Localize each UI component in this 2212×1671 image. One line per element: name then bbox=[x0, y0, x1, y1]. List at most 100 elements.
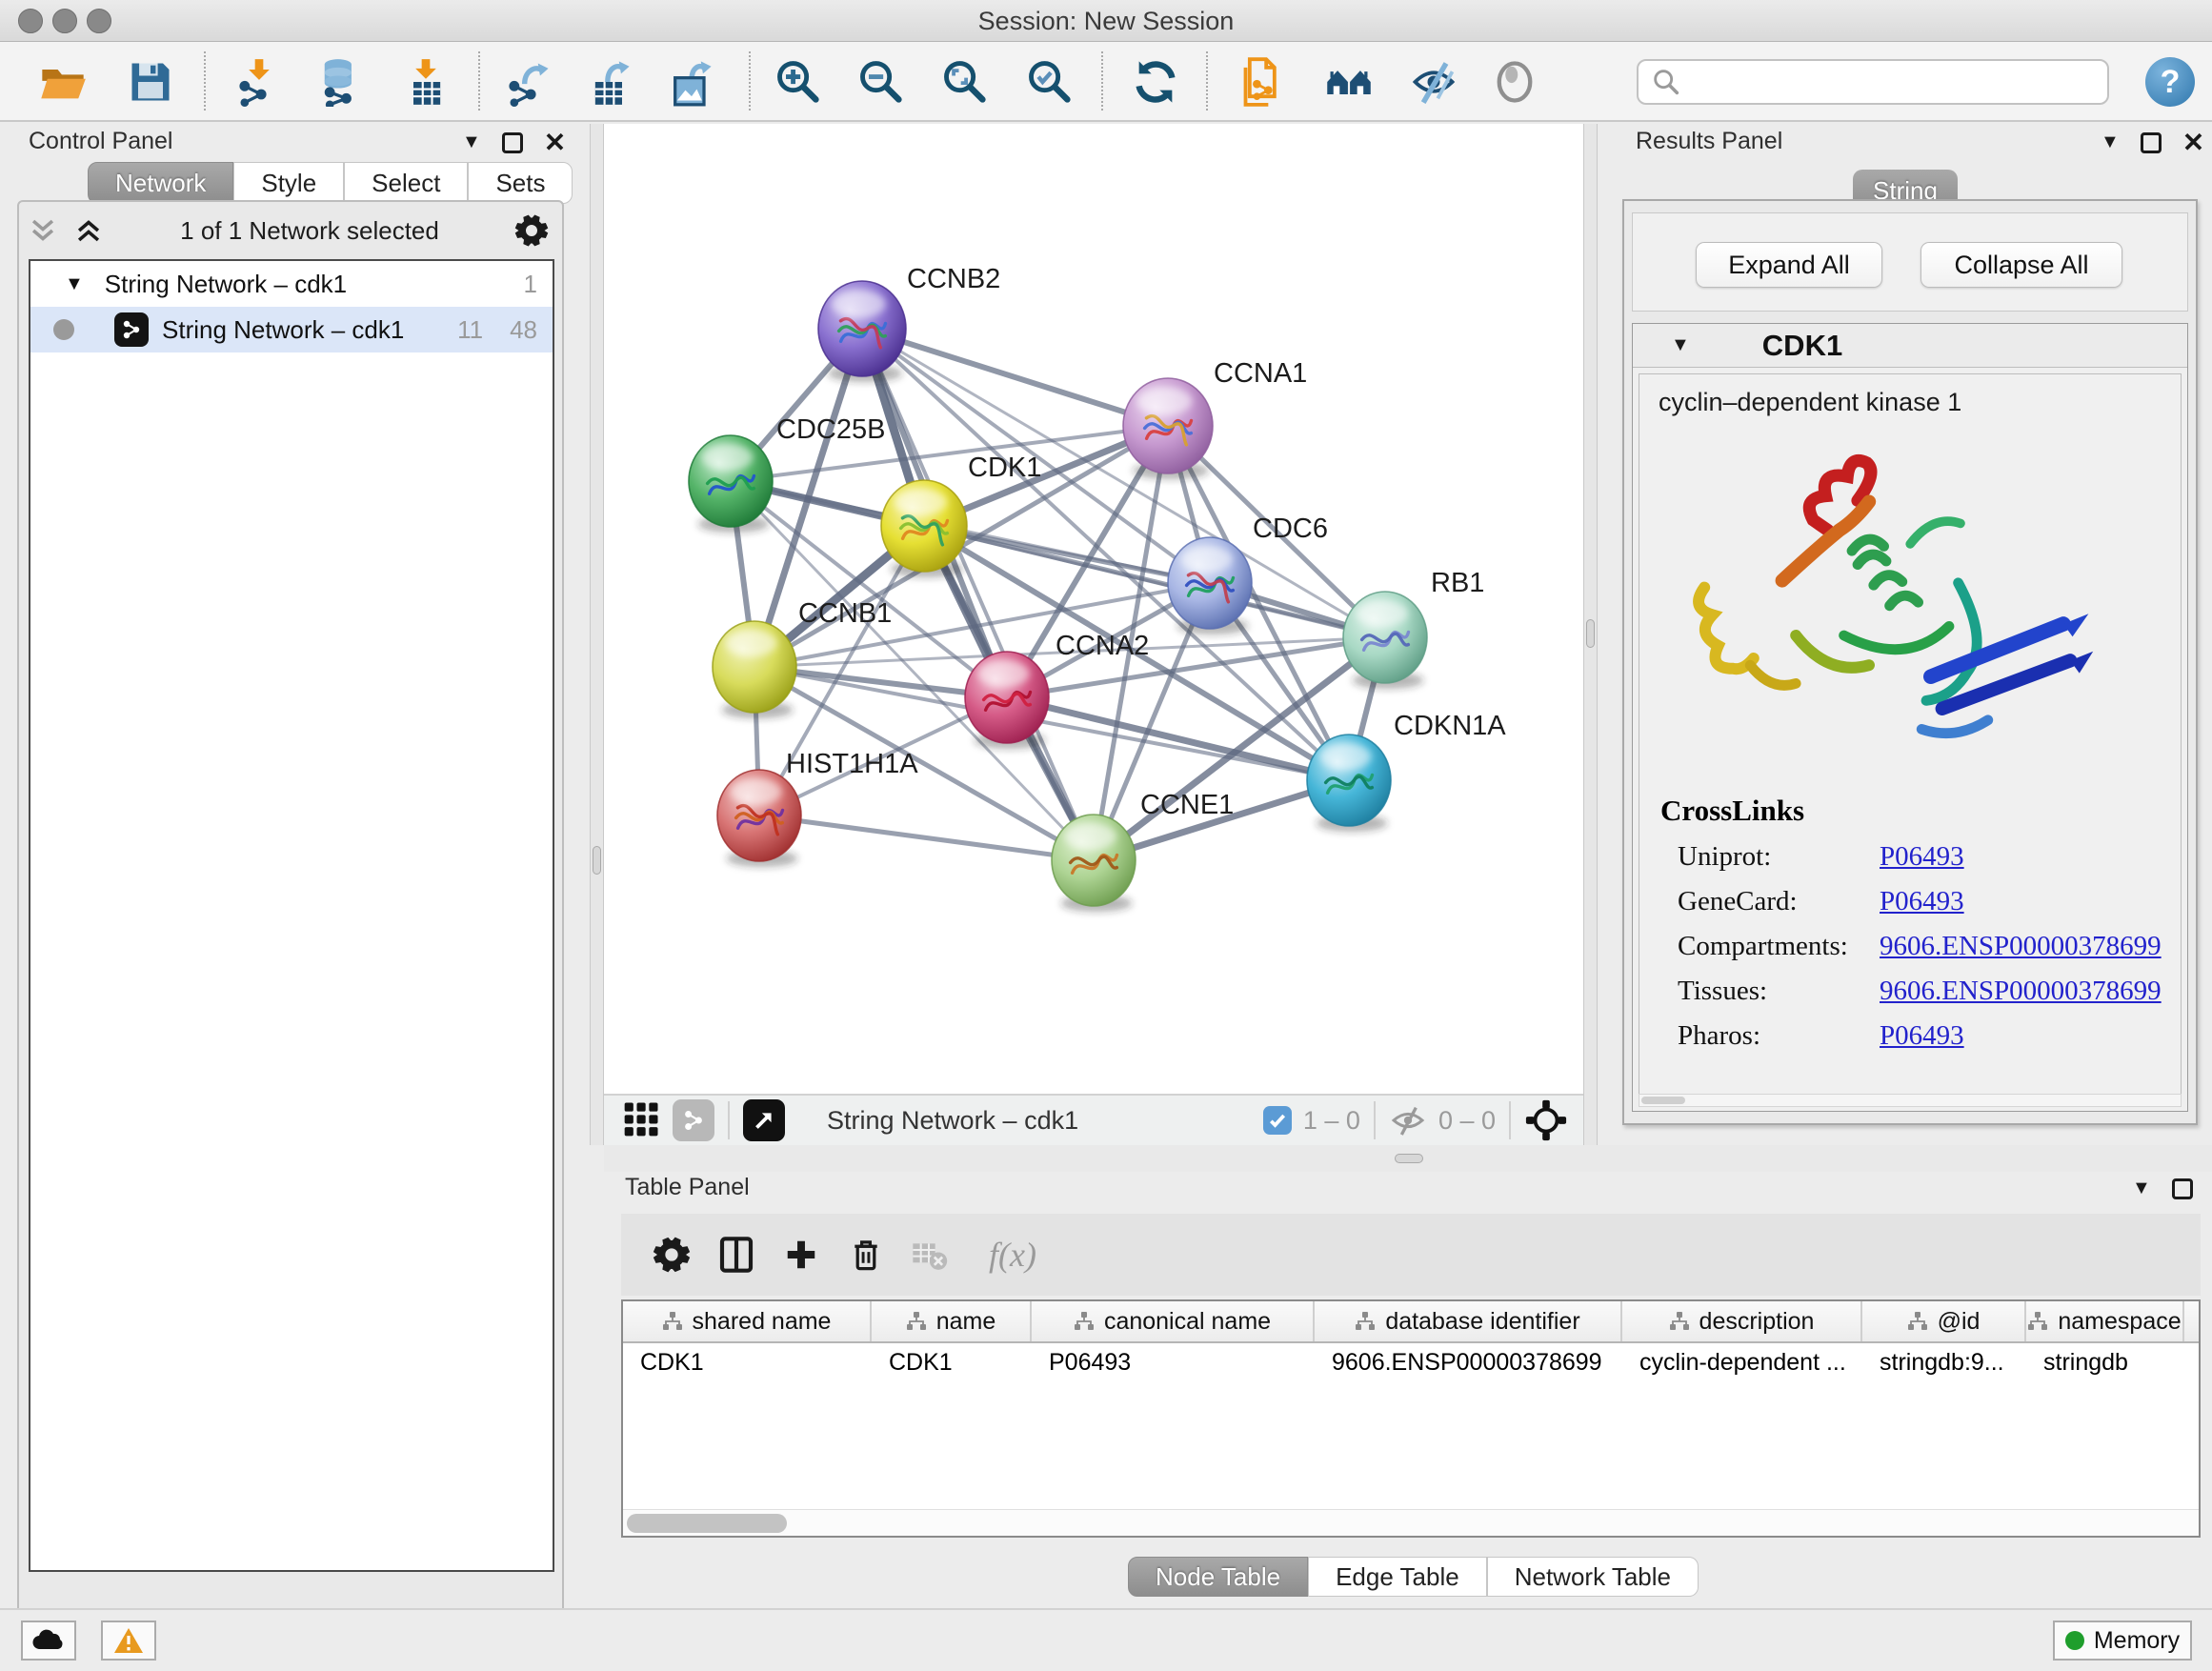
open-in-window-icon[interactable] bbox=[743, 1099, 785, 1141]
table-cell[interactable]: P06493 bbox=[1032, 1343, 1315, 1385]
right-splitter[interactable] bbox=[1583, 124, 1598, 1145]
gear-icon[interactable] bbox=[514, 213, 549, 248]
network-list-header: 1 of 1 Network selected bbox=[27, 208, 554, 253]
help-button[interactable]: ? bbox=[2145, 57, 2195, 107]
table-cell[interactable]: CDK1 bbox=[872, 1343, 1032, 1385]
selected-checkbox[interactable] bbox=[1263, 1106, 1292, 1135]
uniprot-link[interactable]: P06493 bbox=[1880, 841, 1964, 872]
pharos-link[interactable]: P06493 bbox=[1880, 1020, 1964, 1051]
import-table-file-icon[interactable] bbox=[399, 55, 452, 109]
network-edge[interactable] bbox=[862, 329, 1168, 426]
app-status-bar: Memory bbox=[0, 1608, 2212, 1671]
network-collection-row[interactable]: ▼ String Network – cdk1 1 bbox=[30, 261, 553, 307]
network-node-cdc25b[interactable] bbox=[689, 435, 773, 533]
refresh-view-icon[interactable] bbox=[1129, 55, 1182, 109]
float-panel-icon[interactable] bbox=[502, 132, 523, 153]
export-network-icon[interactable] bbox=[502, 55, 555, 109]
network-node-ccna2[interactable] bbox=[965, 652, 1049, 749]
network-node-ccnb1[interactable] bbox=[713, 621, 796, 718]
tab-select[interactable]: Select bbox=[344, 162, 468, 204]
table-cell[interactable]: CDK1 bbox=[623, 1343, 872, 1385]
column-header-name[interactable]: name bbox=[872, 1301, 1032, 1341]
tab-sets[interactable]: Sets bbox=[468, 162, 573, 204]
export-table-icon[interactable] bbox=[583, 55, 636, 109]
compartments-link[interactable]: 9606.ENSP00000378699 bbox=[1880, 931, 2162, 961]
table-hscrollbar[interactable] bbox=[623, 1509, 2199, 1536]
column-header-canonical-name[interactable]: canonical name bbox=[1032, 1301, 1315, 1341]
save-session-icon[interactable] bbox=[124, 55, 177, 109]
table-row[interactable]: CDK1CDK1P064939606.ENSP00000378699cyclin… bbox=[623, 1343, 2199, 1385]
birdseye-toggle-icon[interactable] bbox=[621, 1097, 663, 1144]
control-panel-controls: ▼ ✕ bbox=[462, 131, 566, 153]
genecard-link[interactable]: P06493 bbox=[1880, 886, 1964, 916]
column-header-namespace[interactable]: namespace bbox=[2026, 1301, 2184, 1341]
table-cell[interactable]: stringdb:9... bbox=[1862, 1343, 2026, 1385]
home-icon[interactable] bbox=[1322, 55, 1376, 109]
panel-menu-icon[interactable]: ▼ bbox=[462, 131, 481, 153]
tab-style[interactable]: Style bbox=[233, 162, 344, 204]
control-panel-tabs: Network Style Select Sets bbox=[88, 162, 573, 204]
table-options-gear-icon[interactable] bbox=[648, 1231, 695, 1278]
section-collapse-icon[interactable]: ▼ bbox=[1671, 334, 1690, 356]
search-input[interactable] bbox=[1637, 59, 2109, 105]
cloud-status-button[interactable] bbox=[21, 1621, 76, 1661]
collapse-all-icon[interactable] bbox=[27, 214, 59, 247]
memory-button[interactable]: Memory bbox=[2053, 1621, 2192, 1661]
tab-node-table[interactable]: Node Table bbox=[1128, 1557, 1308, 1597]
column-header-shared-name[interactable]: shared name bbox=[623, 1301, 872, 1341]
collapse-all-button[interactable]: Collapse All bbox=[1920, 242, 2122, 288]
network-node-ccna1[interactable] bbox=[1123, 378, 1213, 479]
network-node-ccne1[interactable] bbox=[1052, 815, 1136, 912]
show-panels-icon[interactable] bbox=[1488, 55, 1541, 109]
table-cell[interactable]: 9606.ENSP00000378699 bbox=[1315, 1343, 1622, 1385]
column-header-database-identifier[interactable]: database identifier bbox=[1315, 1301, 1622, 1341]
network-node-hist1h1a[interactable] bbox=[717, 770, 801, 867]
network-node-rb1[interactable] bbox=[1343, 592, 1427, 689]
delete-column-icon[interactable] bbox=[842, 1231, 890, 1278]
float-panel-icon[interactable] bbox=[2141, 132, 2162, 153]
tissues-link[interactable]: 9606.ENSP00000378699 bbox=[1880, 976, 2162, 1006]
expand-all-button[interactable]: Expand All bbox=[1696, 242, 1882, 288]
import-string-network-icon[interactable] bbox=[1237, 55, 1291, 109]
float-panel-icon[interactable] bbox=[2172, 1178, 2193, 1199]
open-session-icon[interactable] bbox=[36, 55, 90, 109]
network-type-icon[interactable] bbox=[673, 1099, 714, 1141]
panel-menu-icon[interactable]: ▼ bbox=[2132, 1178, 2151, 1199]
protein-section-header[interactable]: ▼ CDK1 bbox=[1633, 324, 2187, 368]
results-scrollbar[interactable] bbox=[1639, 1094, 2182, 1107]
tab-network-table[interactable]: Network Table bbox=[1487, 1557, 1699, 1597]
zoom-in-icon[interactable] bbox=[772, 55, 825, 109]
network-edge[interactable] bbox=[862, 329, 1094, 860]
horizontal-splitter[interactable] bbox=[604, 1145, 2212, 1172]
column-header-description[interactable]: description bbox=[1622, 1301, 1862, 1341]
tab-edge-table[interactable]: Edge Table bbox=[1308, 1557, 1487, 1597]
crosslinks-title: CrossLinks bbox=[1660, 794, 2162, 828]
pan-crosshair-icon[interactable] bbox=[1524, 1098, 1568, 1142]
export-image-icon[interactable] bbox=[665, 55, 718, 109]
add-column-icon[interactable] bbox=[777, 1231, 825, 1278]
zoom-selected-icon[interactable] bbox=[1023, 55, 1076, 109]
import-network-file-icon[interactable] bbox=[232, 55, 286, 109]
expand-all-icon[interactable] bbox=[72, 214, 105, 247]
zoom-fit-icon[interactable] bbox=[938, 55, 992, 109]
table-cell[interactable]: stringdb bbox=[2026, 1343, 2184, 1385]
tab-network[interactable]: Network bbox=[88, 162, 233, 204]
close-panel-icon[interactable]: ✕ bbox=[2182, 133, 2204, 152]
zoom-out-icon[interactable] bbox=[855, 55, 908, 109]
warning-button[interactable] bbox=[101, 1621, 156, 1661]
close-panel-icon[interactable]: ✕ bbox=[544, 133, 566, 152]
left-splitter[interactable] bbox=[590, 124, 604, 1145]
network-canvas[interactable]: CCNB2CCNA1CDC25BCDK1CDC6RB1CCNB1CCNA2CDK… bbox=[604, 124, 1583, 1094]
hide-panels-icon[interactable] bbox=[1407, 55, 1460, 109]
import-network-database-icon[interactable] bbox=[313, 55, 367, 109]
show-columns-icon[interactable] bbox=[713, 1231, 760, 1278]
network-edge[interactable] bbox=[759, 815, 1094, 860]
network-row[interactable]: String Network – cdk1 11 48 bbox=[30, 307, 553, 352]
column-header--id[interactable]: @id bbox=[1862, 1301, 2026, 1341]
table-cell[interactable]: cyclin-dependent ... bbox=[1622, 1343, 1862, 1385]
tree-expand-icon[interactable]: ▼ bbox=[65, 273, 84, 295]
network-node-cdkn1a[interactable] bbox=[1307, 735, 1391, 832]
table-panel-title: Table Panel bbox=[625, 1174, 750, 1201]
panel-menu-icon[interactable]: ▼ bbox=[2101, 131, 2120, 153]
network-node-cdc6[interactable] bbox=[1168, 537, 1252, 634]
